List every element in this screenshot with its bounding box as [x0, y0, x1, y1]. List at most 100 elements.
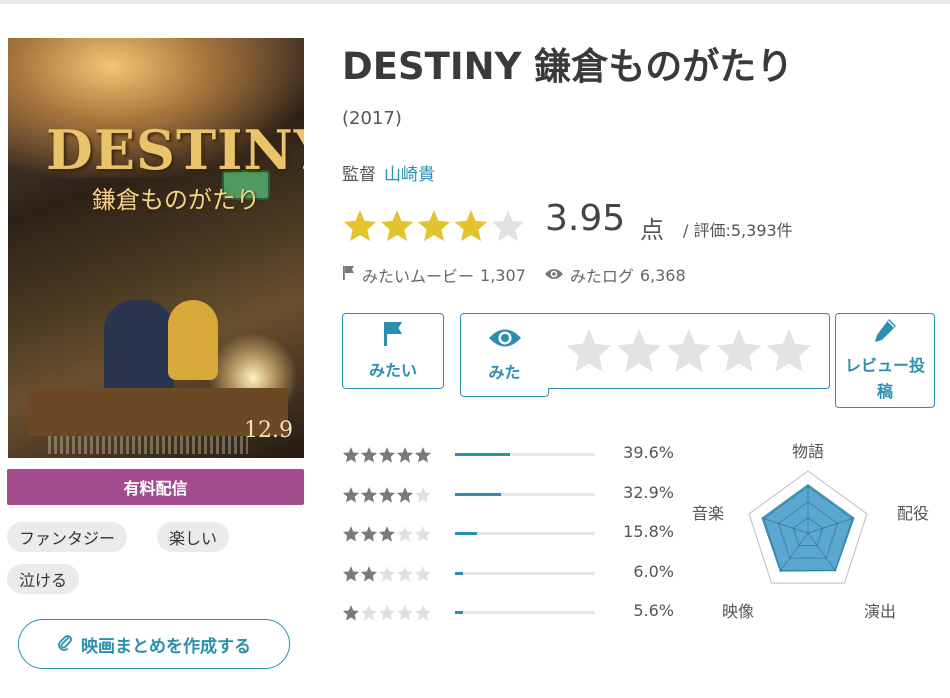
distribution-star-icon: [414, 565, 432, 581]
flag-icon: [342, 265, 356, 285]
movie-title: DESTINY 鎌倉ものがたり: [342, 45, 794, 88]
radar-chart: 物語配役演出 映像 音楽: [692, 430, 942, 630]
distribution-bar: [455, 571, 595, 575]
distribution-star-icon: [342, 605, 360, 621]
flag-icon: [382, 321, 404, 351]
distribution-row: 15.8%: [342, 522, 682, 544]
mitai-movie-label: みたいムービー: [362, 267, 475, 286]
mita-log-count: 6,368: [639, 265, 686, 285]
distribution-star-icon: [396, 605, 414, 621]
rate-star-icon[interactable]: [714, 326, 764, 376]
distribution-star-icon: [342, 526, 360, 542]
poster-credits: [48, 436, 248, 454]
distribution-star-icon: [396, 486, 414, 502]
pencil-icon: [872, 317, 898, 349]
distribution-star-icon: [360, 526, 378, 542]
review-button[interactable]: レビュー投稿: [835, 313, 935, 408]
distribution-percent: 32.9%: [623, 482, 674, 502]
distribution-bar: [455, 453, 595, 456]
distribution-bar-fill: [455, 492, 502, 496]
paid-streaming-badge[interactable]: 有料配信: [7, 469, 304, 505]
distribution-star-icon: [396, 526, 414, 542]
tag-fun[interactable]: 楽しい: [157, 522, 230, 552]
distribution-star-icon: [414, 486, 432, 502]
distribution-stars: [342, 486, 432, 504]
rating-star-icon: [491, 210, 525, 241]
make-summary-button[interactable]: 映画まとめを作成する: [18, 619, 290, 669]
average-score: 3.95: [545, 198, 626, 239]
average-rating-stars: [342, 208, 526, 242]
distribution-star-icon: [414, 605, 432, 621]
rate-star-icon[interactable]: [564, 326, 614, 376]
radar-axis-label: 物語: [792, 442, 825, 461]
poster-title-art: DESTINY: [46, 118, 304, 182]
distribution-star-icon: [414, 447, 432, 463]
distribution-percent: 39.6%: [623, 443, 674, 462]
rating-star-icon: [417, 210, 451, 241]
mitai-button[interactable]: みたい: [342, 313, 444, 389]
score-unit: 点: [640, 216, 664, 244]
distribution-percent: 5.6%: [633, 601, 674, 620]
distribution-star-icon: [342, 486, 360, 502]
paperclip-icon: [57, 633, 73, 656]
review-button-label: レビュー投稿: [844, 355, 925, 401]
rate-star-icon[interactable]: [664, 326, 714, 376]
distribution-percent: 15.8%: [623, 522, 674, 541]
distribution-bar: [455, 611, 595, 614]
rate-star-icon[interactable]: [764, 326, 814, 376]
radar-axis-label: 配役: [897, 504, 930, 523]
distribution-star-icon: [378, 605, 396, 621]
top-divider: [0, 0, 950, 4]
director-label: 監督: [342, 165, 376, 185]
distribution-star-icon: [360, 447, 378, 463]
distribution-stars: [342, 604, 432, 622]
distribution-star-icon: [360, 486, 378, 502]
eye-icon: [544, 266, 564, 285]
distribution-star-icon: [360, 605, 378, 621]
rating-star-icon: [454, 210, 488, 241]
distribution-stars: [342, 446, 432, 464]
distribution-star-icon: [396, 565, 414, 581]
distribution-stars: [342, 565, 432, 583]
rating-count: / 評価:5,393件: [683, 221, 793, 240]
radar-axis-label: 映像: [722, 602, 755, 621]
distribution-star-icon: [378, 447, 396, 463]
radar-axis-label: 演出: [864, 602, 897, 621]
distribution-star-icon: [378, 486, 396, 502]
mitai-movie-count: 1,307: [480, 265, 526, 285]
poster-release-date: 12.9: [244, 418, 293, 443]
movie-year: (2017): [342, 108, 402, 129]
radar-axis-label: 音楽: [692, 504, 725, 523]
distribution-star-icon: [360, 565, 378, 581]
distribution-star-icon: [342, 565, 360, 581]
distribution-star-icon: [396, 447, 414, 463]
user-stats: みたいムービー 1,307 みたログ 6,368: [342, 263, 686, 287]
mitai-button-label: みたい: [368, 361, 417, 380]
distribution-bar: [455, 492, 595, 496]
eye-icon: [488, 327, 522, 353]
tag-touching[interactable]: 泣ける: [7, 564, 80, 594]
distribution-star-icon: [342, 447, 360, 463]
mita-log-label: みたログ: [569, 267, 634, 286]
make-summary-label: 映画まとめを作成する: [81, 636, 251, 657]
distribution-star-icon: [414, 526, 432, 542]
rate-star-icon[interactable]: [614, 326, 664, 376]
distribution-bar: [455, 532, 595, 535]
distribution-percent: 6.0%: [633, 561, 674, 581]
distribution-bar-fill: [455, 611, 463, 614]
poster-figure-woman: [168, 300, 218, 380]
tag-fantasy[interactable]: ファンタジー: [7, 522, 128, 552]
distribution-row: 5.6%: [342, 601, 682, 623]
rate-star-input[interactable]: [548, 313, 830, 389]
distribution-bar-fill: [455, 571, 464, 575]
distribution-row: 6.0%: [342, 562, 682, 584]
mita-button[interactable]: みた: [460, 313, 549, 397]
rating-star-icon: [380, 210, 414, 241]
poster-subtitle-art: 鎌倉ものがたり: [92, 186, 260, 214]
rating-star-icon: [343, 210, 377, 241]
director-link[interactable]: 山崎貴: [384, 165, 435, 185]
distribution-star-icon: [378, 565, 396, 581]
distribution-bar-fill: [455, 453, 511, 456]
movie-poster[interactable]: DESTINY 鎌倉ものがたり 12.9: [8, 38, 304, 458]
mita-button-label: みた: [488, 363, 521, 382]
